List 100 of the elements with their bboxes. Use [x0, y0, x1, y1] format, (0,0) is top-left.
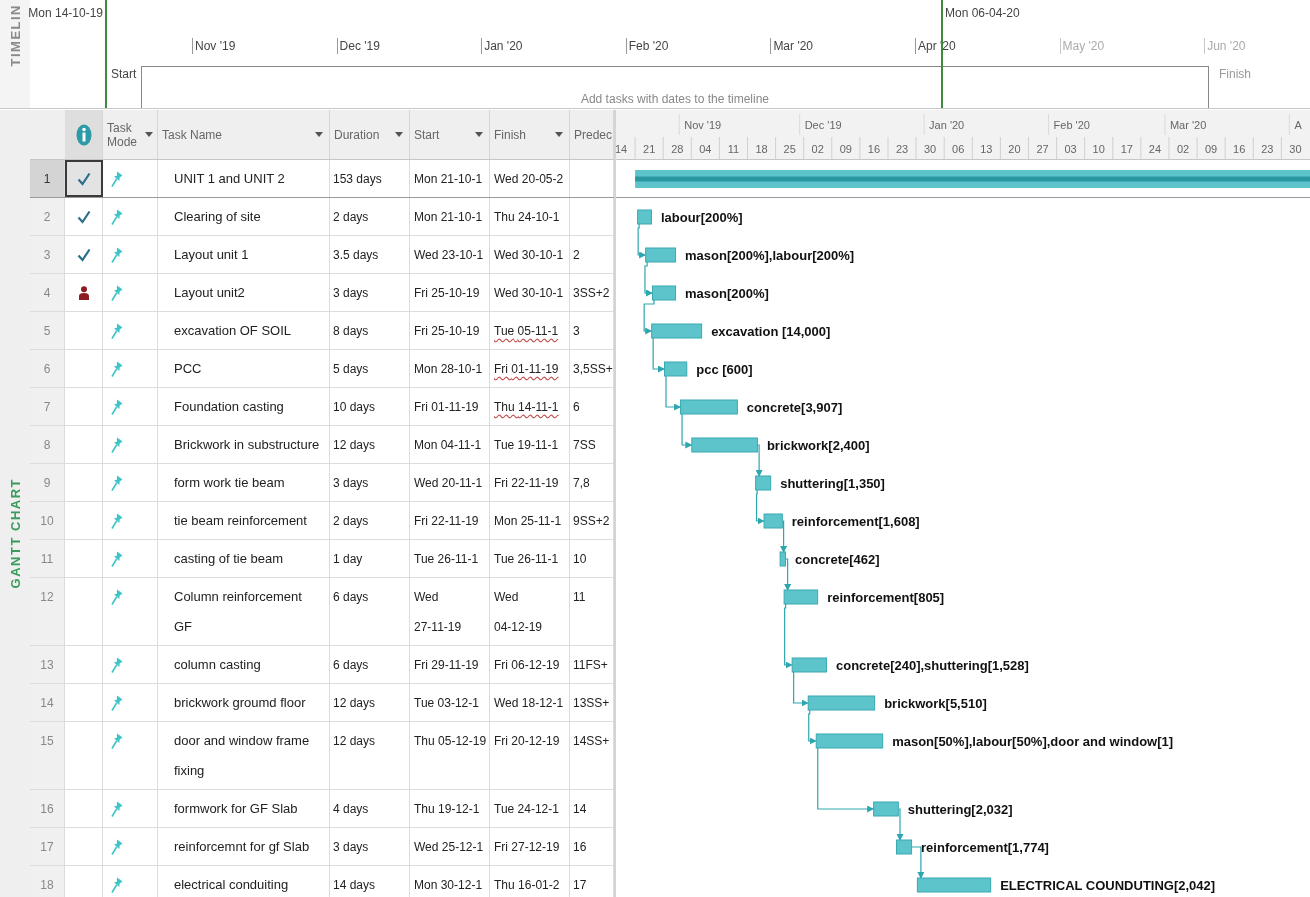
- task-name-cell-text: tie beam reinforcement: [173, 511, 308, 530]
- week-label: 04: [699, 143, 712, 155]
- finish-date-cell-text: Wed 18-12-1: [493, 694, 565, 712]
- resource-label: mason[200%],labour[200%]: [685, 247, 855, 263]
- month-label: Nov '19: [192, 38, 337, 54]
- task-bar[interactable]: [807, 695, 876, 711]
- column-header[interactable]: Start: [410, 110, 490, 159]
- task-bar[interactable]: [691, 437, 758, 453]
- row-number[interactable]: 9: [30, 464, 65, 501]
- task-bar[interactable]: [664, 361, 688, 377]
- start-date-cell-text: Fri 22-11-19: [413, 512, 480, 530]
- row-number[interactable]: 12: [30, 578, 65, 645]
- column-header[interactable]: Task Name: [158, 110, 330, 159]
- row-number[interactable]: 15: [30, 722, 65, 789]
- dropdown-arrow-icon: [475, 132, 483, 137]
- start-date-cell-text: Thu 19-12-1: [413, 800, 481, 818]
- week-label: 17: [1120, 143, 1133, 155]
- resource-label: pcc [600]: [696, 361, 753, 377]
- finish-date-cell-text: Fri 20-12-19: [493, 732, 561, 750]
- task-bar[interactable]: [763, 513, 783, 529]
- start-date-cell-text: Mon 30-12-1: [413, 876, 484, 894]
- task-name-cell-text: Clearing of site: [173, 207, 262, 226]
- row-number[interactable]: 14: [30, 684, 65, 721]
- start-date-cell-text: Thu 05-12-19: [413, 732, 488, 750]
- resource-label: brickwork[2,400]: [766, 437, 870, 453]
- row-number[interactable]: 1: [30, 160, 65, 197]
- timeline-start-label: Start: [111, 66, 138, 81]
- dependency-arrow: [644, 261, 653, 297]
- task-bar[interactable]: [680, 399, 738, 415]
- row-number[interactable]: 5: [30, 312, 65, 349]
- start-date-cell-text: Mon 21-10-1: [413, 170, 484, 188]
- start-date-cell-text: Fri 29-11-19: [413, 656, 480, 674]
- week-label: 11: [727, 143, 740, 155]
- duration-cell-text: 3 days: [332, 474, 370, 492]
- duration-cell-text: 2 days: [332, 208, 370, 226]
- resource-label: reinforcement[1,774]: [921, 839, 1049, 855]
- predecessors-cell-text: 11: [572, 588, 587, 606]
- start-date-cell-text: Wed 20-11-1: [413, 474, 484, 492]
- row-number[interactable]: 17: [30, 828, 65, 865]
- task-bar[interactable]: [873, 801, 899, 817]
- month-label: Jan '20: [929, 119, 965, 131]
- task-bar[interactable]: [783, 589, 819, 605]
- predecessors-cell-text: 10: [572, 550, 588, 568]
- row-number[interactable]: 11: [30, 540, 65, 577]
- task-bar[interactable]: [755, 475, 772, 491]
- resource-label: excavation [14,000]: [711, 323, 831, 339]
- finish-date-cell-text: Fri 27-12-19: [493, 838, 561, 856]
- task-bar[interactable]: [651, 285, 677, 301]
- week-label: 23: [895, 143, 909, 155]
- dependency-arrow: [665, 375, 682, 411]
- panel-label: TIMELIN: [7, 4, 23, 67]
- summary-bar[interactable]: [635, 170, 1310, 188]
- row-number[interactable]: 16: [30, 790, 65, 827]
- row-number[interactable]: 7: [30, 388, 65, 425]
- start-date-cell-text: Tue 03-12-1: [413, 694, 480, 712]
- task-bar[interactable]: [916, 877, 992, 893]
- finish-date-cell-text: Tue 19-11-1: [493, 436, 560, 454]
- timeline-bar[interactable]: Add tasks with dates to the timeline: [141, 66, 1209, 108]
- date-label: Mon 14-10-19: [28, 6, 103, 20]
- duration-cell-text: 3.5 days: [332, 246, 380, 264]
- task-bar[interactable]: [896, 839, 913, 855]
- column-header[interactable]: Finish: [490, 110, 570, 159]
- task-bar[interactable]: [815, 733, 884, 749]
- task-bar[interactable]: [645, 247, 677, 263]
- dependency-arrow: [637, 223, 647, 259]
- task-name-cell-text: Layout unit 1: [173, 245, 250, 264]
- task-bar[interactable]: [791, 657, 827, 673]
- row-number[interactable]: 10: [30, 502, 65, 539]
- row-number[interactable]: 18: [30, 866, 65, 897]
- placeholder-text: Add tasks with dates to the timeline: [580, 92, 770, 106]
- info-icon: [75, 123, 92, 146]
- predecessors-cell-text: 3,5SS+: [572, 360, 614, 378]
- duration-cell-text: 3 days: [332, 284, 370, 302]
- task-bar[interactable]: [779, 551, 787, 567]
- finish-date-cell-text: Thu 14-11-1: [493, 398, 560, 416]
- task-bar[interactable]: [637, 209, 652, 225]
- resource-label: brickwork[5,510]: [884, 695, 987, 711]
- task-name-cell-text: door and window frame fixing: [173, 731, 311, 780]
- predecessors-cell-text: 3SS+2: [572, 284, 611, 302]
- week-label: 27: [1036, 143, 1049, 155]
- week-label: 14: [616, 143, 628, 155]
- column-header[interactable]: Task Mode: [103, 110, 158, 159]
- week-label: 23: [1261, 143, 1274, 155]
- row-number[interactable]: 13: [30, 646, 65, 683]
- month-label: Feb '20: [1053, 119, 1090, 131]
- row-number[interactable]: 3: [30, 236, 65, 273]
- row-number[interactable]: 4: [30, 274, 65, 311]
- task-name-cell-text: Foundation casting: [173, 397, 285, 416]
- task-name-cell-text: form work tie beam: [173, 473, 286, 492]
- predecessors-cell-text: 11FS+: [572, 656, 609, 674]
- start-date-cell-text: Mon 04-11-1: [413, 436, 483, 454]
- task-bar[interactable]: [651, 323, 703, 339]
- row-number[interactable]: 6: [30, 350, 65, 387]
- row-number[interactable]: 2: [30, 198, 65, 235]
- predecessors-cell-text: 13SS+: [572, 694, 611, 712]
- row-number[interactable]: 8: [30, 426, 65, 463]
- duration-cell-text: 2 days: [332, 512, 370, 530]
- week-label: 03: [1064, 143, 1077, 155]
- timeline-finish-label: Finish: [1218, 66, 1251, 81]
- column-header[interactable]: Duration: [330, 110, 410, 159]
